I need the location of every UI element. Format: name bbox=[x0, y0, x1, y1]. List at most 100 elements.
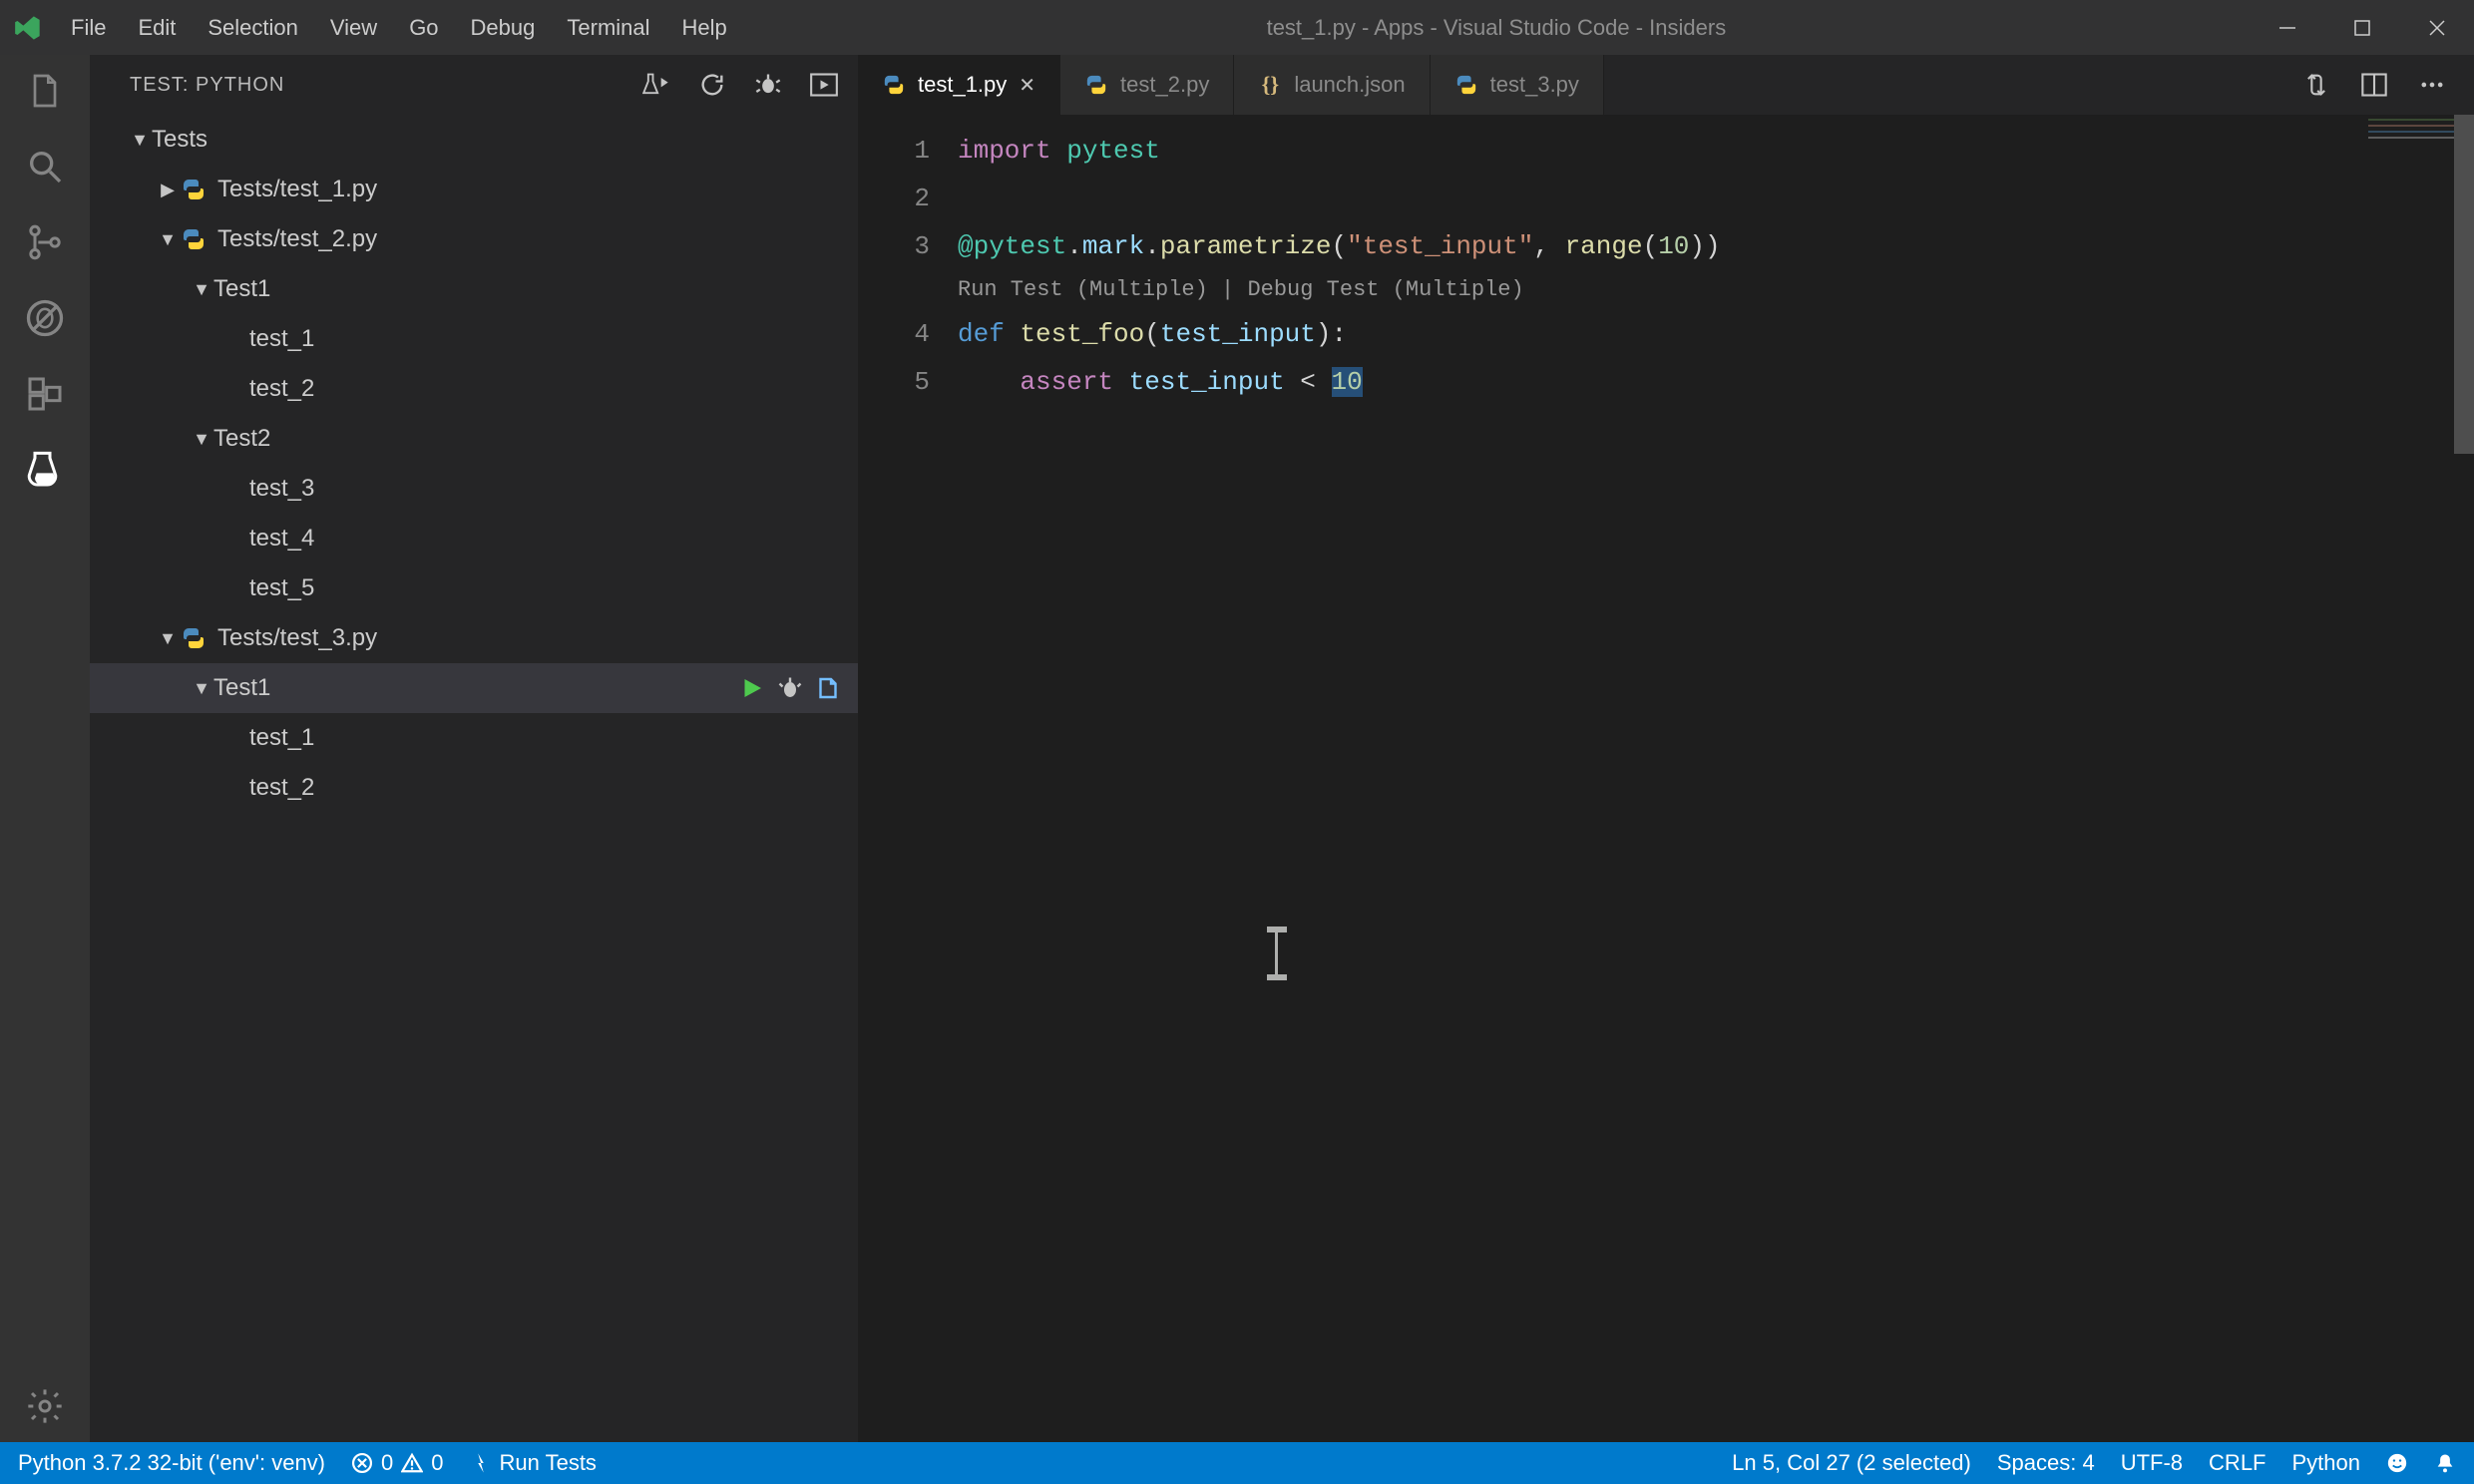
status-bar: Python 3.7.2 32-bit ('env': venv) 0 0 Ru… bbox=[0, 1442, 2474, 1484]
menu-edit[interactable]: Edit bbox=[122, 0, 192, 55]
tree-test[interactable]: test_5 bbox=[90, 563, 858, 613]
open-test-file-icon[interactable] bbox=[816, 676, 840, 700]
status-cursor-position[interactable]: Ln 5, Col 27 (2 selected) bbox=[1732, 1450, 1971, 1476]
chevron-down-icon[interactable]: ▼ bbox=[190, 429, 213, 450]
feedback-smiley-icon[interactable] bbox=[2386, 1452, 2408, 1474]
editor-body[interactable]: 1 2 3 4 5 import pytest @pytest.mark.par… bbox=[858, 115, 2474, 1442]
vscode-logo-icon bbox=[0, 14, 55, 42]
tree-suite[interactable]: ▼ Test2 bbox=[90, 414, 858, 464]
menu-terminal[interactable]: Terminal bbox=[551, 0, 665, 55]
sidebar-header: TEST: PYTHON bbox=[90, 55, 858, 115]
chevron-down-icon[interactable]: ▼ bbox=[190, 279, 213, 300]
editor-area: test_1.py ✕ test_2.py {} launch.json tes… bbox=[858, 55, 2474, 1442]
tree-test[interactable]: test_1 bbox=[90, 713, 858, 763]
tab-label: test_1.py bbox=[918, 72, 1007, 98]
close-button[interactable] bbox=[2399, 0, 2474, 55]
tree-label: Tests bbox=[152, 126, 207, 154]
chevron-down-icon[interactable]: ▼ bbox=[190, 678, 213, 699]
tab-label: test_2.py bbox=[1120, 72, 1209, 98]
status-eol[interactable]: CRLF bbox=[2209, 1450, 2266, 1476]
refresh-icon[interactable] bbox=[698, 71, 726, 99]
more-actions-icon[interactable] bbox=[2418, 71, 2446, 99]
sidebar-actions bbox=[642, 71, 838, 99]
status-python-interpreter[interactable]: Python 3.7.2 32-bit ('env': venv) bbox=[18, 1450, 325, 1476]
tab-test-1[interactable]: test_1.py ✕ bbox=[858, 55, 1060, 115]
tree-label: test_5 bbox=[249, 574, 314, 602]
minimap[interactable] bbox=[2368, 119, 2458, 159]
tree-test[interactable]: test_2 bbox=[90, 364, 858, 414]
tree-label: Tests/test_2.py bbox=[217, 225, 377, 253]
status-language[interactable]: Python bbox=[2292, 1450, 2361, 1476]
minimize-button[interactable] bbox=[2250, 0, 2324, 55]
tree-test[interactable]: test_4 bbox=[90, 514, 858, 563]
line-gutter: 1 2 3 4 5 bbox=[858, 115, 958, 1442]
python-file-icon bbox=[1084, 73, 1108, 97]
debug-test-icon[interactable] bbox=[778, 676, 802, 700]
tab-test-3[interactable]: test_3.py bbox=[1431, 55, 1604, 115]
menu-debug[interactable]: Debug bbox=[455, 0, 552, 55]
test-sidebar: TEST: PYTHON ▼ Tests bbox=[90, 55, 858, 1442]
python-file-icon bbox=[1454, 73, 1478, 97]
tree-label: test_2 bbox=[249, 774, 314, 802]
status-encoding[interactable]: UTF-8 bbox=[2121, 1450, 2183, 1476]
menu-file[interactable]: File bbox=[55, 0, 122, 55]
json-file-icon: {} bbox=[1258, 73, 1282, 97]
tree-label: Test2 bbox=[213, 425, 270, 453]
tree-label: test_3 bbox=[249, 475, 314, 503]
close-tab-icon[interactable]: ✕ bbox=[1019, 73, 1035, 98]
editor-tabs: test_1.py ✕ test_2.py {} launch.json tes… bbox=[858, 55, 2474, 115]
line-number: 2 bbox=[858, 175, 930, 222]
tree-label: test_1 bbox=[249, 325, 314, 353]
notifications-bell-icon[interactable] bbox=[2434, 1452, 2456, 1474]
warning-count: 0 bbox=[431, 1450, 443, 1476]
menu-help[interactable]: Help bbox=[666, 0, 743, 55]
status-run-tests[interactable]: Run Tests bbox=[470, 1450, 597, 1476]
tab-launch-json[interactable]: {} launch.json bbox=[1234, 55, 1430, 115]
tree-test[interactable]: test_1 bbox=[90, 314, 858, 364]
show-output-icon[interactable] bbox=[810, 71, 838, 99]
tree-test[interactable]: test_2 bbox=[90, 763, 858, 813]
tree-suite-selected[interactable]: ▼ Test1 bbox=[90, 663, 858, 713]
chevron-down-icon[interactable]: ▼ bbox=[128, 130, 152, 151]
menu-go[interactable]: Go bbox=[393, 0, 454, 55]
test-explorer-icon[interactable] bbox=[21, 446, 69, 494]
tab-test-2[interactable]: test_2.py bbox=[1060, 55, 1234, 115]
search-icon[interactable] bbox=[21, 143, 69, 190]
run-test-icon[interactable] bbox=[740, 676, 764, 700]
scrollbar-thumb[interactable] bbox=[2454, 115, 2474, 454]
codelens[interactable]: Run Test (Multiple) | Debug Test (Multip… bbox=[958, 270, 2474, 310]
tree-test[interactable]: test_3 bbox=[90, 464, 858, 514]
text-cursor-icon bbox=[1275, 932, 1278, 974]
status-problems[interactable]: 0 0 bbox=[351, 1450, 444, 1476]
explorer-icon[interactable] bbox=[21, 67, 69, 115]
window-title: test_1.py - Apps - Visual Studio Code - … bbox=[743, 15, 2250, 41]
maximize-button[interactable] bbox=[2324, 0, 2399, 55]
settings-gear-icon[interactable] bbox=[21, 1382, 69, 1430]
menu-view[interactable]: View bbox=[314, 0, 393, 55]
extensions-icon[interactable] bbox=[21, 370, 69, 418]
tree-file[interactable]: ▼ Tests/test_2.py bbox=[90, 214, 858, 264]
debug-disabled-icon[interactable] bbox=[21, 294, 69, 342]
code-content[interactable]: import pytest @pytest.mark.parametrize("… bbox=[958, 115, 2474, 1442]
test-tree[interactable]: ▼ Tests ▶ Tests/test_1.py ▼ Tests/test_2… bbox=[90, 115, 858, 1442]
status-indentation[interactable]: Spaces: 4 bbox=[1997, 1450, 2095, 1476]
chevron-down-icon[interactable]: ▼ bbox=[156, 229, 180, 250]
split-editor-icon[interactable] bbox=[2360, 71, 2388, 99]
debug-tests-icon[interactable] bbox=[754, 71, 782, 99]
chevron-down-icon[interactable]: ▼ bbox=[156, 628, 180, 649]
python-file-icon bbox=[882, 73, 906, 97]
python-file-icon bbox=[180, 176, 207, 203]
tree-suite[interactable]: ▼ Test1 bbox=[90, 264, 858, 314]
chevron-right-icon[interactable]: ▶ bbox=[156, 180, 180, 200]
line-number: 3 bbox=[858, 222, 930, 270]
tree-label: Tests/test_1.py bbox=[217, 176, 377, 203]
main-menu: File Edit Selection View Go Debug Termin… bbox=[55, 0, 743, 55]
vertical-scrollbar[interactable] bbox=[2454, 115, 2474, 1442]
compare-changes-icon[interactable] bbox=[2302, 71, 2330, 99]
tree-file[interactable]: ▶ Tests/test_1.py bbox=[90, 165, 858, 214]
tree-file[interactable]: ▼ Tests/test_3.py bbox=[90, 613, 858, 663]
tree-root[interactable]: ▼ Tests bbox=[90, 115, 858, 165]
source-control-icon[interactable] bbox=[21, 218, 69, 266]
menu-selection[interactable]: Selection bbox=[192, 0, 314, 55]
run-failed-tests-icon[interactable] bbox=[642, 71, 670, 99]
